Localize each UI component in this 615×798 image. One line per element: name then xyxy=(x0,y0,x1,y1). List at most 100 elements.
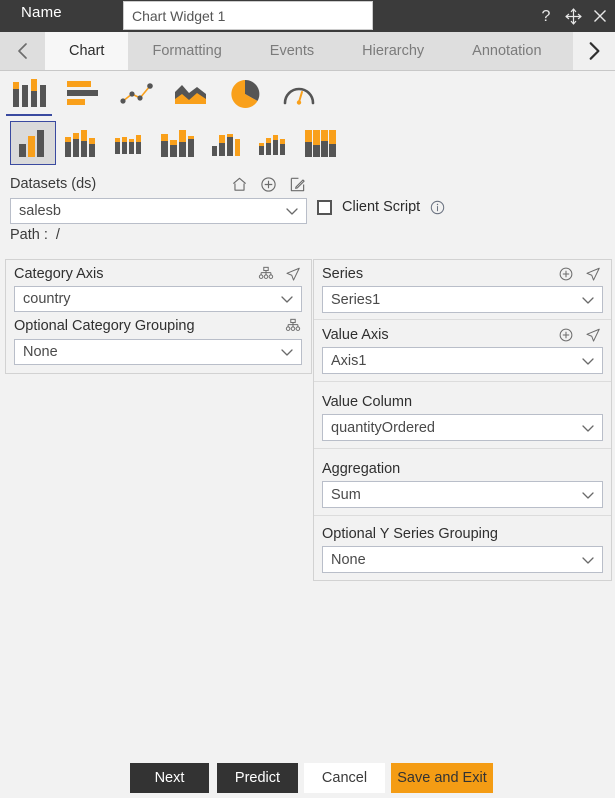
chevron-left-icon xyxy=(17,43,27,59)
save-and-exit-button[interactable]: Save and Exit xyxy=(391,763,493,793)
chevron-down-icon xyxy=(278,203,306,219)
aggregation-value: Sum xyxy=(331,486,361,503)
dataset-select[interactable]: salesb xyxy=(10,198,307,224)
dataset-path: Path : / xyxy=(10,227,60,243)
optional-y-series-grouping-select[interactable]: None xyxy=(322,546,603,573)
chevron-down-icon xyxy=(574,292,602,308)
add-icon[interactable] xyxy=(558,327,574,343)
category-axis-actions xyxy=(258,266,301,282)
series-select[interactable]: Series1 xyxy=(322,286,603,313)
column-mixed-icon[interactable] xyxy=(202,121,248,165)
column-grouped-icon[interactable] xyxy=(58,121,104,165)
home-icon[interactable] xyxy=(231,176,248,193)
tab-events[interactable]: Events xyxy=(246,32,338,70)
tab-label: Annotation xyxy=(472,43,542,59)
cancel-button[interactable]: Cancel xyxy=(304,763,385,793)
chevron-down-icon xyxy=(273,344,301,360)
widget-name-input[interactable] xyxy=(123,1,373,30)
value-axis-actions xyxy=(558,327,601,343)
optional-y-series-grouping-label: Optional Y Series Grouping xyxy=(322,526,498,542)
chevron-down-icon xyxy=(574,353,602,369)
client-script-label: Client Script xyxy=(342,199,421,215)
send-icon[interactable] xyxy=(585,327,601,343)
tabs-scroll-left-button[interactable] xyxy=(0,32,45,70)
aggregation-select[interactable]: Sum xyxy=(322,481,603,508)
chart-type-family-row xyxy=(0,72,615,118)
series-select-value: Series1 xyxy=(331,291,381,308)
name-label: Name xyxy=(21,4,62,21)
client-script-checkbox[interactable] xyxy=(317,199,332,215)
column-chart-icon[interactable] xyxy=(6,72,52,116)
next-button[interactable]: Next xyxy=(130,763,209,793)
aggregation-label: Aggregation xyxy=(322,461,401,477)
series-actions xyxy=(558,266,601,282)
series-panel: Series Series1 Value Axis Axis1 Value Co… xyxy=(313,259,612,581)
edit-icon[interactable] xyxy=(289,176,306,193)
title-bar: Name ? xyxy=(0,0,615,32)
tab-hierarchy[interactable]: Hierarchy xyxy=(338,32,448,70)
chevron-down-icon xyxy=(574,552,602,568)
hierarchy-icon[interactable] xyxy=(258,266,274,282)
chart-type-variant-row xyxy=(0,119,615,169)
add-icon[interactable] xyxy=(260,176,277,193)
datasets-label: Datasets (ds) xyxy=(10,176,97,192)
tab-label: Chart xyxy=(69,43,105,59)
divider xyxy=(314,381,611,382)
tab-list: Chart Formatting Events Hierarchy Annota… xyxy=(45,32,573,70)
datasets-toolbar xyxy=(231,176,306,193)
category-axis-label: Category Axis xyxy=(14,266,104,282)
tab-label: Events xyxy=(269,43,315,59)
column-stacked-icon[interactable] xyxy=(154,121,200,165)
path-label: Path : xyxy=(10,227,48,243)
svg-text:?: ? xyxy=(542,8,551,25)
tab-formatting[interactable]: Formatting xyxy=(128,32,245,70)
add-icon[interactable] xyxy=(558,266,574,282)
tab-chart[interactable]: Chart xyxy=(45,32,129,70)
area-chart-icon[interactable] xyxy=(168,72,214,116)
close-icon[interactable] xyxy=(591,7,609,25)
hierarchy-icon[interactable] xyxy=(285,318,301,334)
value-column-label: Value Column xyxy=(322,394,413,410)
optional-category-grouping-actions xyxy=(285,318,301,334)
value-column-value: quantityOrdered xyxy=(331,419,435,436)
chevron-down-icon xyxy=(574,420,602,436)
tab-annotation[interactable]: Annotation xyxy=(448,32,565,70)
line-scatter-chart-icon[interactable] xyxy=(114,72,160,116)
category-axis-select[interactable]: country xyxy=(14,286,302,312)
value-axis-select[interactable]: Axis1 xyxy=(322,347,603,374)
series-label: Series xyxy=(322,266,364,282)
send-icon[interactable] xyxy=(285,266,301,282)
column-small-multiples-icon[interactable] xyxy=(106,121,152,165)
column-full-stacked-icon[interactable] xyxy=(298,121,344,165)
tab-label: Formatting xyxy=(152,43,222,59)
path-value: / xyxy=(55,227,60,243)
divider xyxy=(314,448,611,449)
divider xyxy=(314,319,611,320)
column-simple-icon[interactable] xyxy=(10,121,56,165)
client-script-row: Client Script xyxy=(317,199,445,215)
footer-actions: Next Predict Cancel Save and Exit xyxy=(0,763,615,793)
optional-category-grouping-select[interactable]: None xyxy=(14,339,302,365)
send-icon[interactable] xyxy=(585,266,601,282)
help-icon[interactable]: ? xyxy=(537,7,555,25)
chevron-right-icon xyxy=(589,42,600,60)
bar-chart-icon[interactable] xyxy=(60,72,106,116)
pie-chart-icon[interactable] xyxy=(222,72,268,116)
move-icon[interactable] xyxy=(564,7,582,25)
value-axis-value: Axis1 xyxy=(331,352,367,369)
tabs-scroll-right-button[interactable] xyxy=(573,32,615,70)
chevron-down-icon xyxy=(574,487,602,503)
info-icon[interactable] xyxy=(430,200,445,215)
column-clustered-icon[interactable] xyxy=(250,121,296,165)
gauge-chart-icon[interactable] xyxy=(276,72,322,116)
tab-bar: Chart Formatting Events Hierarchy Annota… xyxy=(0,32,615,71)
predict-button[interactable]: Predict xyxy=(217,763,298,793)
optional-category-grouping-label: Optional Category Grouping xyxy=(14,318,195,334)
chart-widget-dialog: Name ? Chart xyxy=(0,0,615,798)
divider xyxy=(314,515,611,516)
value-column-select[interactable]: quantityOrdered xyxy=(322,414,603,441)
dataset-select-value: salesb xyxy=(19,203,61,219)
optional-y-series-grouping-value: None xyxy=(331,551,366,568)
category-panel: Category Axis country Optional Category … xyxy=(5,259,312,374)
titlebar-actions: ? xyxy=(537,0,609,32)
